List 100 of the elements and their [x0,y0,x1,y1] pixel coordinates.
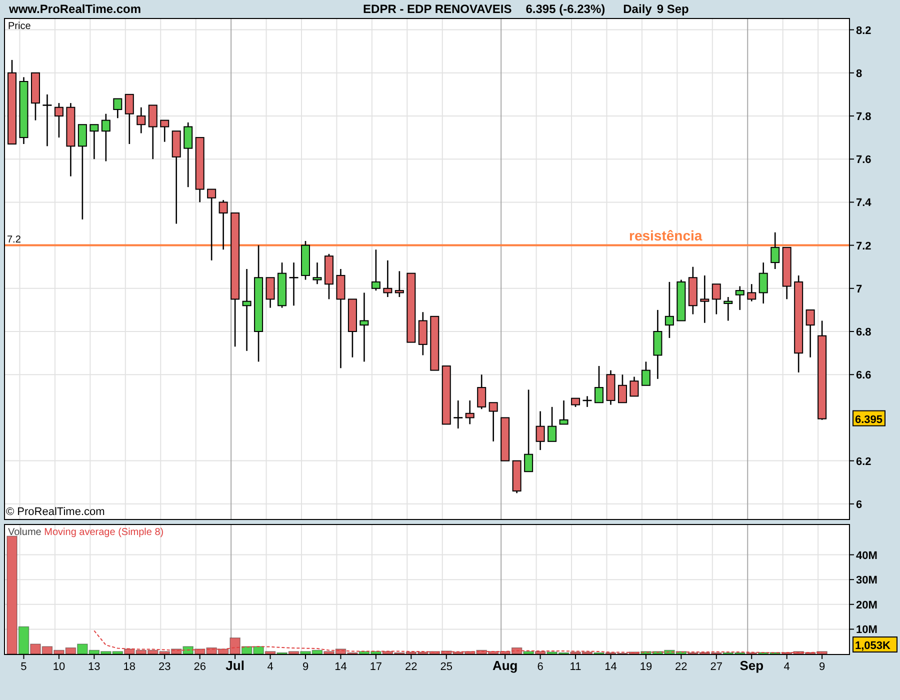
candlestick [266,277,275,308]
candlestick [548,406,557,442]
axis-label: 10M [856,624,878,636]
date-label: Aug [492,658,518,673]
candlestick [782,246,792,300]
price-tag: 6.395 [852,410,886,426]
axis-label: 40M [856,550,878,562]
date-label: 26 [194,661,206,673]
candlestick [195,137,204,202]
candlestick [688,266,698,314]
volume-tag: 1,053K [852,636,898,652]
candlestick [301,240,310,280]
axis-label: 7 [856,283,862,296]
candlestick [113,98,122,118]
candlestick [724,297,733,321]
candlestick [101,114,110,162]
candlestick [606,370,616,405]
date-label: 14 [604,661,617,673]
candlestick [477,374,486,410]
axis-label: 7.6 [856,154,872,166]
axis-label: 7.4 [856,197,872,210]
candlestick [218,200,228,250]
candlestick [806,309,815,358]
candlestick [488,402,498,442]
candlestick [324,254,334,300]
date-label: 5 [20,661,27,673]
candlestick [512,460,522,494]
axis-label: 6.8 [856,326,872,338]
candlestick [465,400,474,424]
site-url: www.ProRealTime.com [9,1,142,18]
date-label: 9 [819,661,826,673]
copyright-text: © ProRealTime.com [6,506,105,518]
axis-label: 6.2 [856,456,872,468]
candlestick [19,77,28,144]
candlestick [383,260,392,298]
candlestick [278,262,287,308]
candlestick [371,250,380,291]
candlestick [160,120,170,142]
candlestick [289,262,298,306]
line-value-label: 7.2 [7,234,21,246]
date-label: 23 [158,661,171,673]
candlestick [430,316,440,371]
resistance-label: resistência [629,227,702,244]
candlestick [653,310,662,379]
date-label: 25 [440,661,452,673]
candlestick [454,400,463,428]
date-label: 10 [52,661,66,673]
candlestick [54,103,64,138]
candlestick [348,298,357,358]
date-label: 22 [405,661,418,673]
date-label: 6 [537,661,544,673]
candlestick [641,362,650,386]
chart-title: Price [8,21,31,32]
candlestick [418,312,428,356]
candlestick [30,72,40,120]
candlestick [207,188,216,260]
date-label: 11 [570,661,582,673]
date-label: 4 [267,661,274,673]
date-label: 17 [370,661,382,673]
candlestick [136,107,146,134]
candlestick [664,282,674,338]
candlestick [90,124,99,160]
axis-label: 30M [856,574,878,587]
axis-label: 6 [856,498,862,511]
candlestick [536,411,545,450]
candlestick [394,271,404,298]
candlestick [747,284,756,302]
candlestick [735,286,744,310]
candlestick [148,104,158,160]
candlestick [676,280,686,322]
date-label: 4 [784,661,790,673]
candlestick [618,374,627,404]
candlestick [582,396,592,407]
axis-label: 7.2 [856,240,872,252]
legend-label: Moving average (Simple 8) [44,527,164,538]
date-label: 27 [710,661,723,673]
price-change: 6.395 (-6.23%) [526,1,606,18]
candlestick [442,365,451,425]
date-label: 22 [675,661,688,673]
candlestick [184,122,193,188]
period: Daily [623,1,652,18]
date: 9 Sep [656,1,689,18]
date-label: 19 [640,661,652,673]
candlestick [594,366,604,404]
candlestick [42,94,52,146]
axis-label: 6.6 [856,370,872,382]
date-label: 14 [334,661,347,673]
legend-label: Volume [8,527,42,538]
candlestick [630,376,639,397]
date-label: 9 [302,661,309,673]
candlestick [770,232,780,269]
axis-label: 8.2 [856,24,872,37]
candlestick [312,262,322,284]
date-label: 18 [123,661,136,673]
candlestick [712,284,721,314]
date-label: Jul [226,658,244,673]
candlestick [571,398,580,407]
candlestick [360,292,369,362]
axis-label: 8 [856,68,862,80]
date-label: 13 [88,661,100,673]
